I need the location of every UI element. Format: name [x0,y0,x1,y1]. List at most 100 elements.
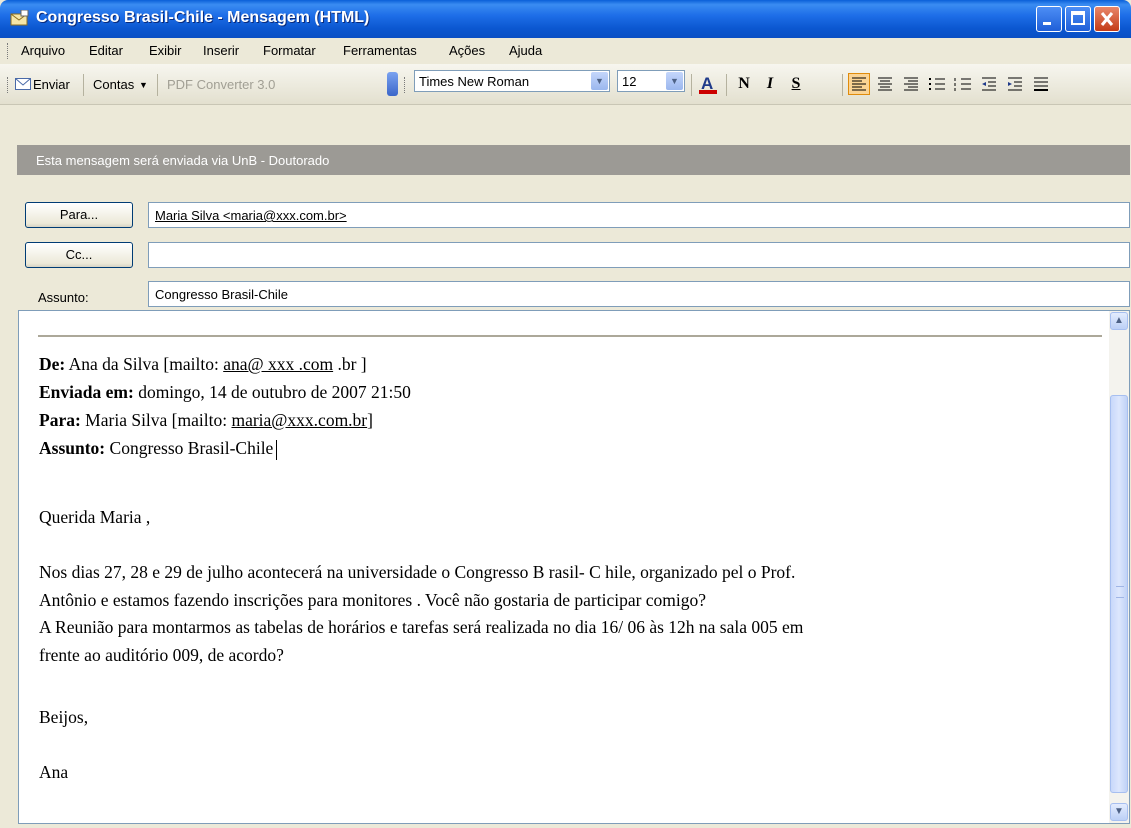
subject-field[interactable]: Congresso Brasil-Chile [148,281,1130,307]
minimize-icon [1043,22,1051,25]
scroll-thumb[interactable] [1110,395,1128,793]
minimize-button[interactable] [1036,6,1062,32]
scroll-grip-icon [1116,586,1124,598]
toolbar-separator [726,74,727,96]
menu-ferramentas[interactable]: Ferramentas [343,43,417,58]
window-title: Congresso Brasil-Chile - Mensagem (HTML) [36,9,370,26]
to-email-link[interactable]: maria@xxx.com.br [231,410,367,430]
accounts-dropdown-icon[interactable]: ▼ [139,80,148,90]
from-name: Ana da Silva [mailto: [65,354,224,374]
signature: Ana [39,762,69,782]
from-email-link[interactable]: ana@ xxx .com [223,354,333,374]
bullet-list-button[interactable] [952,73,974,95]
font-name-value: Times New Roman [419,74,530,89]
quoted-from-line: De: Ana da Silva [mailto: ana@ xxx .com … [39,354,367,375]
italic-button[interactable]: I [759,73,781,95]
text-caret [276,439,278,460]
bold-button[interactable]: N [733,73,755,95]
menu-exibir[interactable]: Exibir [149,43,182,58]
scroll-down-button[interactable]: ▼ [1110,803,1128,821]
font-size-select[interactable]: 12 ▼ [617,70,685,92]
paragraph-1-line-2: Antônio e estamos fazendo inscrições par… [39,590,707,610]
menu-ajuda[interactable]: Ajuda [509,43,542,58]
standard-toolbar: Enviar Contas ▼ PDF Converter 3.0 [13,64,388,104]
menu-editar[interactable]: Editar [89,43,123,58]
menu-arquivo[interactable]: Arquivo [21,43,65,58]
menubar-grip[interactable] [7,43,11,59]
accounts-button[interactable]: Contas [93,77,134,92]
from-label: De: [39,354,66,374]
subject-value: Congresso Brasil-Chile [155,287,288,302]
paragraph-2-line-1: A Reunião para montarmos as tabelas de h… [39,617,804,637]
info-banner-text: Esta mensagem será enviada via UnB - Dou… [36,153,330,168]
message-window: Congresso Brasil-Chile - Mensagem (HTML)… [0,0,1131,828]
sent-value: domingo, 14 de outubro de 2007 21:50 [133,382,411,402]
menu-acoes[interactable]: Ações [449,43,485,58]
quoted-to-line: Para: Maria Silva [mailto: maria@xxx.com… [39,410,373,431]
quoted-subject-line: Assunto: Congresso Brasil-Chile [39,438,278,460]
increase-indent-button[interactable] [1004,73,1026,95]
to-label: Para: [39,410,81,430]
title-bar[interactable]: Congresso Brasil-Chile - Mensagem (HTML) [0,0,1131,38]
align-left-button[interactable] [848,73,870,95]
toolbar-separator [157,74,158,96]
info-banner: Esta mensagem será enviada via UnB - Dou… [17,145,1130,175]
underline-button[interactable]: S [785,73,807,95]
message-body[interactable]: De: Ana da Silva [mailto: ana@ xxx .com … [18,310,1130,824]
menu-bar: Arquivo Editar Exibir Inserir Formatar F… [0,38,1131,64]
bullet-list-icon [954,78,971,91]
toolbar-separator [83,74,84,96]
increase-indent-icon [1008,77,1022,91]
send-icon [15,78,31,90]
quote-divider [38,335,1102,337]
cc-button[interactable]: Cc... [25,242,133,268]
align-left-icon [852,77,866,91]
font-color-icon: A [699,74,717,94]
to-button[interactable]: Para... [25,202,133,228]
font-name-select[interactable]: Times New Roman ▼ [414,70,610,92]
formatting-grip[interactable] [404,77,408,93]
maximize-icon [1071,11,1085,25]
vertical-scrollbar[interactable]: ▲ ▼ [1109,311,1129,823]
toolbar-separator [691,74,692,96]
menu-formatar[interactable]: Formatar [263,43,316,58]
font-color-button[interactable]: A [697,73,719,95]
closing: Beijos, [39,707,89,727]
from-tail: .br ] [333,354,367,374]
toolbar: Enviar Contas ▼ PDF Converter 3.0 Times … [0,64,1131,105]
sent-label: Enviada em: [39,382,134,402]
align-right-icon [904,77,918,91]
chevron-down-icon[interactable]: ▼ [591,72,608,90]
paragraph-1-line-1: Nos dias 27, 28 e 29 de julho acontecerá… [39,562,796,582]
menu-inserir[interactable]: Inserir [203,43,239,58]
send-button[interactable]: Enviar [33,77,70,92]
paragraph-2-line-2: frente ao auditório 009, de acordo? [39,645,284,665]
to-recipient[interactable]: Maria Silva <maria@xxx.com.br> [155,208,347,223]
numbered-list-icon [929,78,945,90]
chevron-down-icon[interactable]: ▼ [666,72,683,90]
greeting: Querida Maria , [39,507,151,527]
quoted-sent-line: Enviada em: domingo, 14 de outubro de 20… [39,382,411,403]
horizontal-line-button[interactable] [1030,73,1052,95]
subject-value-quoted: Congresso Brasil-Chile [105,438,274,458]
decrease-indent-button[interactable] [978,73,1000,95]
subject-label: Assunto: [38,290,89,305]
numbered-list-button[interactable] [926,73,948,95]
close-button[interactable] [1094,6,1120,32]
to-name: Maria Silva [mailto: [80,410,232,430]
cc-field[interactable] [148,242,1130,268]
toolbar-chevron-icon[interactable] [387,72,398,96]
align-center-icon [878,77,892,91]
horizontal-line-icon [1034,77,1048,91]
message-icon [10,10,29,26]
align-right-button[interactable] [900,73,922,95]
toolbar-grip[interactable] [7,77,11,93]
scroll-up-button[interactable]: ▲ [1110,312,1128,330]
to-field[interactable]: Maria Silva <maria@xxx.com.br> [148,202,1130,228]
close-icon [1100,12,1114,26]
font-size-value: 12 [622,74,637,89]
pdf-converter-button: PDF Converter 3.0 [167,77,276,92]
align-center-button[interactable] [874,73,896,95]
maximize-button[interactable] [1065,6,1091,32]
decrease-indent-icon [982,77,996,91]
